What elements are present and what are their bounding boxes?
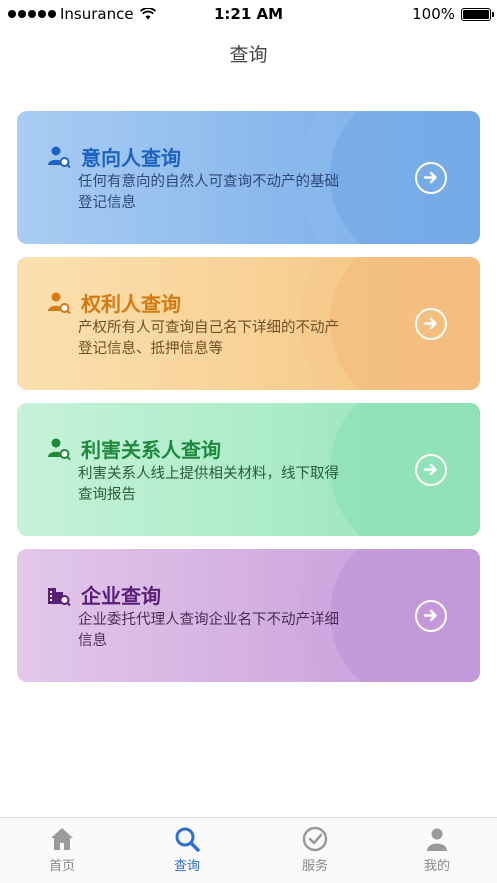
user-icon [427, 828, 447, 851]
service-icon [302, 826, 328, 852]
card-interested-party-query[interactable]: 利害关系人查询 利害关系人线上提供相关材料，线下取得查询报告 [17, 403, 480, 536]
page-title: 查询 [229, 44, 268, 66]
card-title: 权利人查询 [81, 292, 181, 316]
person-search-icon [47, 145, 71, 169]
search-icon [175, 827, 200, 852]
tab-home[interactable]: 首页 [17, 826, 107, 874]
status-bar: Insurance 1:21 AM 100% [0, 0, 497, 28]
card-enterprise-query[interactable]: 企业查询 企业委托代理人查询企业名下不动产详细信息 [17, 549, 480, 682]
card-title: 利害关系人查询 [81, 438, 221, 462]
card-title: 企业查询 [81, 584, 161, 608]
card-rights-holder-query[interactable]: 权利人查询 产权所有人可查询自己名下详细的不动产登记信息、抵押信息等 [17, 257, 480, 390]
tab-label: 首页 [48, 859, 75, 874]
card-title: 意向人查询 [81, 146, 181, 170]
arrow-right-icon[interactable] [415, 600, 447, 632]
card-description: 产权所有人可查询自己名下详细的不动产登记信息、抵押信息等 [78, 320, 339, 357]
tab-bar: 首页 查询 服务 我的 [0, 817, 497, 883]
tab-label: 我的 [423, 859, 450, 874]
tab-service[interactable]: 服务 [270, 826, 360, 874]
arrow-right-icon[interactable] [415, 308, 447, 340]
card-intended-party-query[interactable]: 意向人查询 任何有意向的自然人可查询不动产的基础登记信息 [17, 111, 480, 244]
card-description: 企业委托代理人查询企业名下不动产详细信息 [78, 612, 339, 649]
tab-label: 服务 [301, 859, 328, 874]
card-description: 利害关系人线上提供相关材料，线下取得查询报告 [78, 466, 339, 503]
battery-percent: 100% [412, 5, 455, 23]
tab-label: 查询 [173, 859, 200, 874]
tab-mine[interactable]: 我的 [392, 826, 482, 874]
home-icon [51, 828, 73, 850]
arrow-right-icon[interactable] [415, 162, 447, 194]
battery-icon [461, 7, 494, 21]
card-description: 任何有意向的自然人可查询不动产的基础登记信息 [78, 174, 339, 211]
person-search-icon [47, 437, 71, 461]
tab-query[interactable]: 查询 [142, 826, 232, 874]
building-search-icon [47, 583, 71, 607]
person-search-icon [47, 291, 71, 315]
battery-info: 100% [412, 5, 494, 23]
arrow-right-icon[interactable] [415, 454, 447, 486]
